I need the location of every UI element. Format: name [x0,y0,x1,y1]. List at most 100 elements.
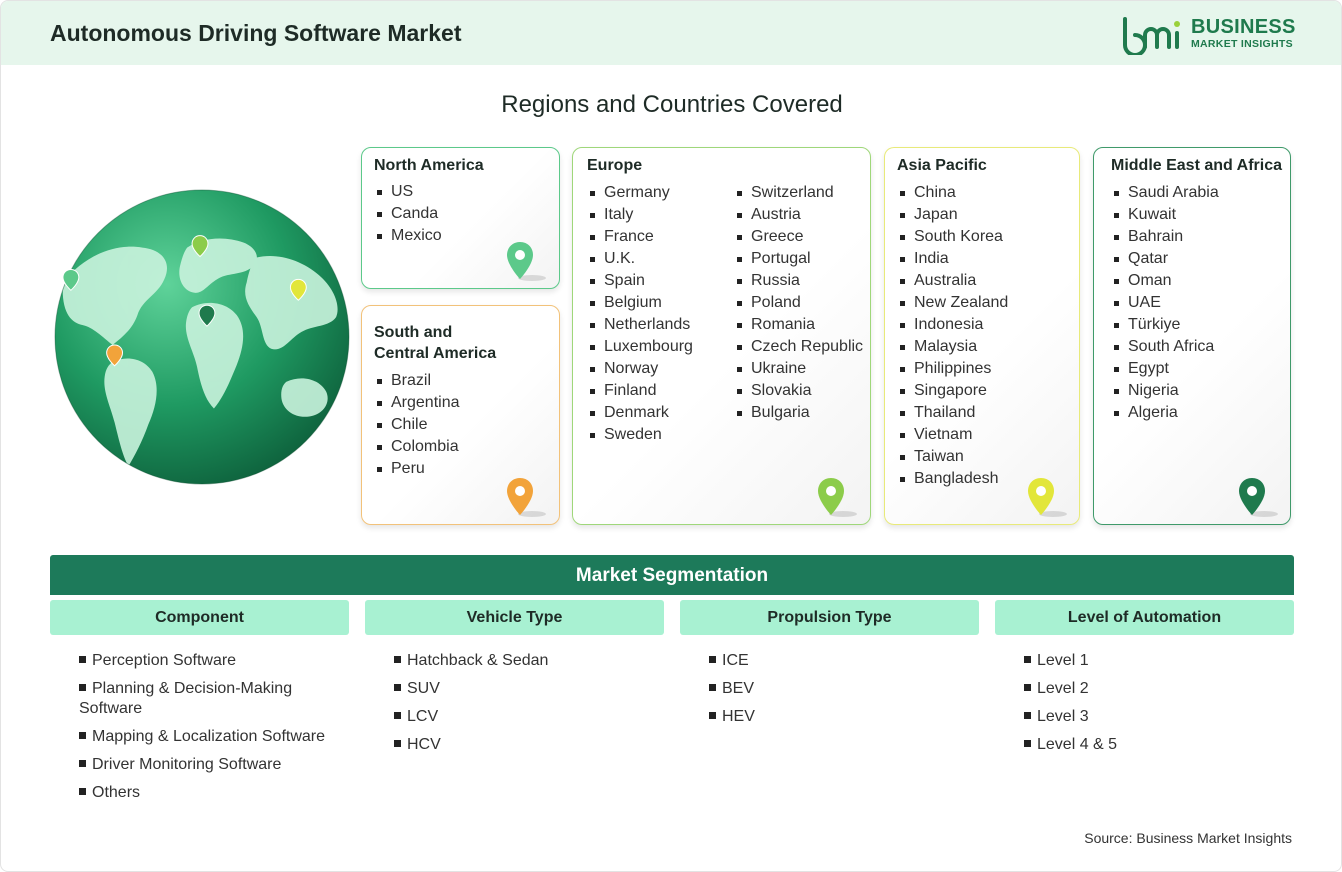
list-item: Poland [734,292,863,314]
bullet-icon [79,684,86,691]
list-item: Denmark [587,402,693,424]
list-item: Others [79,783,354,803]
list-item: ICE [709,651,999,671]
list-item: Peru [374,458,460,480]
list-item: Singapore [897,380,1008,402]
bmi-logo-icon [1123,17,1180,55]
list-item: Czech Republic [734,336,863,358]
list-item: Bulgaria [734,402,863,424]
region-title: South and Central America [374,322,496,364]
country-list-col1: Germany Italy France U.K. Spain Belgium … [587,182,693,446]
list-item: Level 3 [1024,707,1314,727]
segment-list-propulsion-type: ICE BEV HEV [709,651,999,735]
list-item: HCV [394,735,684,755]
segment-list-component: Perception Software Planning & Decision-… [79,651,354,811]
list-item: Luxembourg [587,336,693,358]
list-item: South Africa [1111,336,1219,358]
map-pin-icon [1239,478,1278,517]
list-item: India [897,248,1008,270]
list-item: Bahrain [1111,226,1219,248]
list-item: Bangladesh [897,468,1008,490]
list-item-label: Perception Software [92,652,237,669]
segment-list-vehicle-type: Hatchback & Sedan SUV LCV HCV [394,651,684,763]
bullet-icon [394,656,401,663]
list-item: U.K. [587,248,693,270]
list-item: Egypt [1111,358,1219,380]
list-item: Finland [587,380,693,402]
region-title: Asia Pacific [897,157,987,174]
map-pin-icon [818,478,857,517]
region-north-america: North America US Canda Mexico [361,147,560,289]
list-item: Indonesia [897,314,1008,336]
list-item-label: ICE [722,652,749,669]
globe-icon [54,189,350,485]
list-item: Germany [587,182,693,204]
list-item: Argentina [374,392,460,414]
list-item: Norway [587,358,693,380]
list-item: Level 2 [1024,679,1314,699]
list-item: Malaysia [897,336,1008,358]
segment-heading-component: Component [50,600,349,635]
list-item: Nigeria [1111,380,1219,402]
list-item: Vietnam [897,424,1008,446]
list-item: Saudi Arabia [1111,182,1219,204]
segment-heading-level-of-automation: Level of Automation [995,600,1294,635]
list-item: Planning & Decision-Making Software [79,679,354,719]
list-item: Philippines [897,358,1008,380]
list-item: Level 4 & 5 [1024,735,1314,755]
region-title: Middle East and Africa [1111,157,1282,174]
bullet-icon [1024,740,1031,747]
list-item-label: SUV [407,680,440,697]
list-item: Kuwait [1111,204,1219,226]
list-item-label: BEV [722,680,755,697]
list-item: Perception Software [79,651,354,671]
list-item: LCV [394,707,684,727]
list-item: Qatar [1111,248,1219,270]
region-title: North America [374,157,484,174]
list-item: China [897,182,1008,204]
list-item: Algeria [1111,402,1219,424]
list-item: Mexico [374,225,442,247]
country-list-col2: Switzerland Austria Greece Portugal Russ… [734,182,863,424]
list-item: BEV [709,679,999,699]
list-item: Russia [734,270,863,292]
bullet-icon [1024,684,1031,691]
source-note: Source: Business Market Insights [1084,830,1292,846]
bullet-icon [1024,656,1031,663]
list-item: Hatchback & Sedan [394,651,684,671]
bullet-icon [709,712,716,719]
list-item: HEV [709,707,999,727]
list-item: Türkiye [1111,314,1219,336]
bullet-icon [394,740,401,747]
list-item: Sweden [587,424,693,446]
list-item-label: Mapping & Localization Software [92,728,326,745]
list-item: Chile [374,414,460,436]
list-item: Romania [734,314,863,336]
list-item-label: HEV [722,708,755,725]
region-middle-east-africa: Middle East and Africa Saudi Arabia Kuwa… [1093,147,1291,525]
bullet-icon [709,684,716,691]
list-item: UAE [1111,292,1219,314]
list-item: Greece [734,226,863,248]
list-item: Austria [734,204,863,226]
list-item-label: Hatchback & Sedan [407,652,549,669]
list-item: SUV [394,679,684,699]
list-item: Brazil [374,370,460,392]
map-pin-icon [507,242,546,281]
list-item-label: Level 2 [1037,680,1089,697]
list-item-label: LCV [407,708,439,725]
list-item: Spain [587,270,693,292]
region-title-line1: South and [374,324,453,341]
list-item: Thailand [897,402,1008,424]
list-item: Level 1 [1024,651,1314,671]
page-frame: Autonomous Driving Software Market BUSIN… [0,0,1342,872]
list-item: Australia [897,270,1008,292]
bullet-icon [394,712,401,719]
list-item-label: Planning & Decision-Making Software [79,680,293,717]
region-title-line2: Central America [374,345,497,362]
bullet-icon [79,732,86,739]
list-item: Netherlands [587,314,693,336]
list-item-label: Others [92,784,141,801]
list-item: Mapping & Localization Software [79,727,354,747]
list-item: Slovakia [734,380,863,402]
